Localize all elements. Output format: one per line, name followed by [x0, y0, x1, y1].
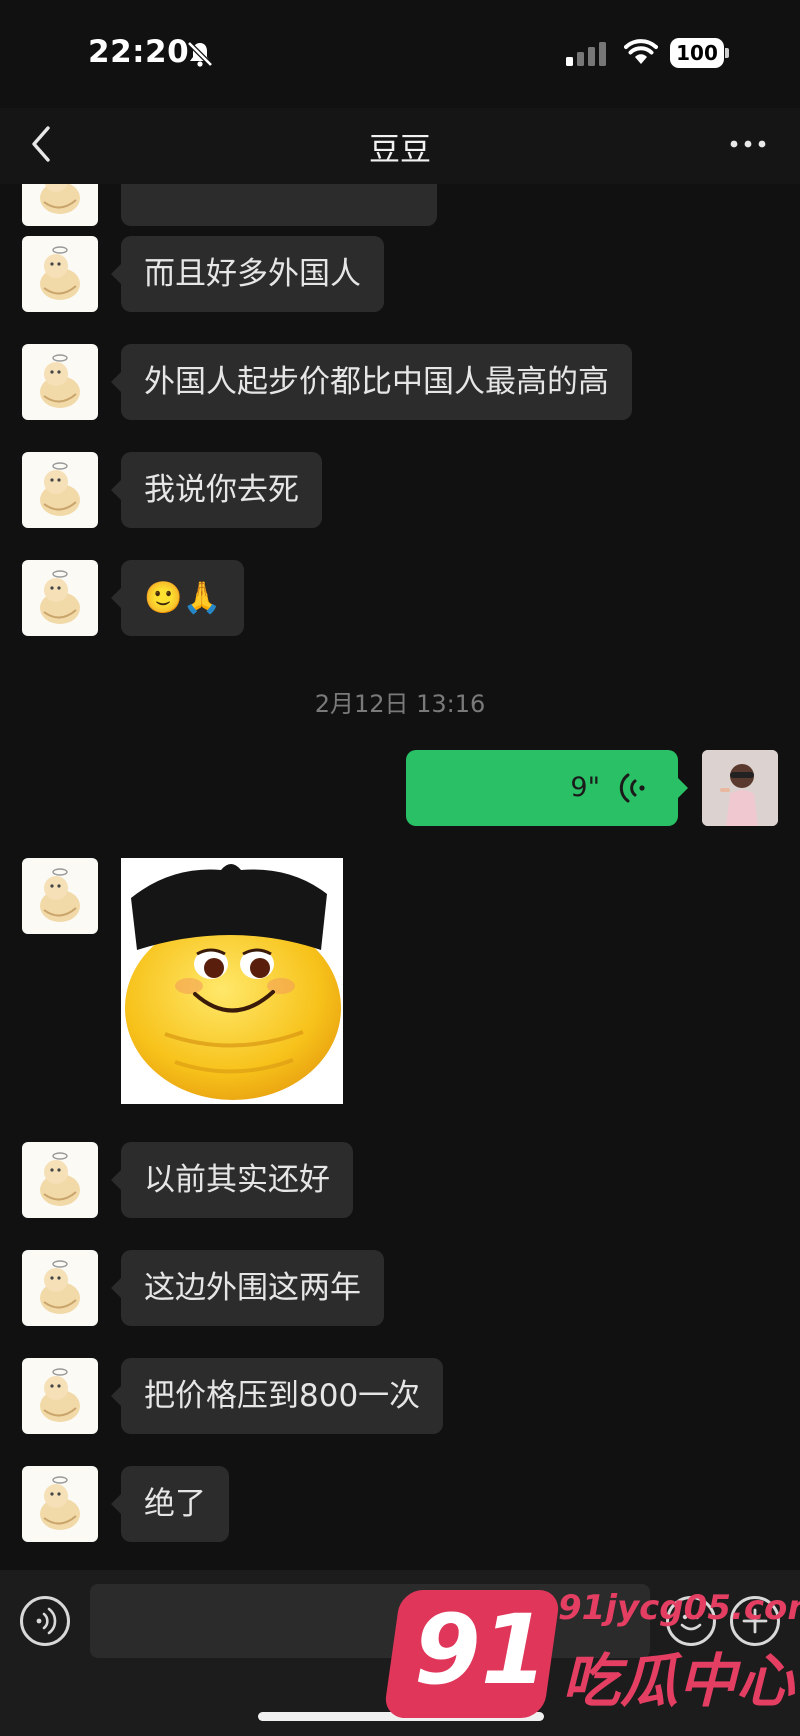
voice-input-toggle[interactable]: [20, 1596, 70, 1646]
voice-toggle-icon: [36, 1607, 57, 1635]
sticker-message[interactable]: [121, 858, 343, 1104]
hamster-avatar-icon: [40, 868, 80, 922]
message-bubble[interactable]: 以前其实还好: [111, 1142, 353, 1218]
hamster-avatar-icon: [40, 462, 80, 516]
message-bubble[interactable]: 这边外围这两年: [111, 1250, 384, 1326]
battery-level: 100: [670, 38, 724, 68]
hamster-avatar-icon: [40, 1368, 80, 1422]
battery-indicator: 100: [670, 38, 729, 68]
hamster-avatar-icon: [40, 184, 80, 214]
contact-avatar[interactable]: [22, 344, 98, 420]
watermark-url: 91jycg05.com: [558, 1588, 800, 1628]
watermark-text: 吃瓜中心: [562, 1647, 795, 1715]
voice-duration: 9": [570, 772, 600, 803]
message-bubble[interactable]: 而且好多外国人: [111, 236, 384, 312]
battery-tip: [725, 48, 729, 58]
watermark-logo: 91 91jycg05.com 吃瓜中心: [383, 1588, 800, 1736]
hamster-avatar-icon: [40, 354, 80, 408]
girl-avatar-icon: [702, 750, 778, 826]
wifi-icon: [624, 39, 658, 64]
chat-header: 豆豆: [0, 108, 800, 184]
message-bubble[interactable]: 我说你去死: [111, 452, 322, 528]
status-bar: 22:20 100: [0, 0, 800, 108]
message-bubble-partial[interactable]: [121, 184, 437, 226]
contact-avatar[interactable]: [22, 452, 98, 528]
contact-avatar[interactable]: [22, 1142, 98, 1218]
bell-muted-icon: [187, 41, 213, 67]
voice-message-bubble[interactable]: 9": [406, 750, 688, 826]
contact-avatar[interactable]: [22, 236, 98, 312]
contact-avatar[interactable]: [22, 1250, 98, 1326]
contact-avatar[interactable]: [22, 858, 98, 934]
message-bubble[interactable]: 把价格压到800一次: [110, 1358, 444, 1434]
status-time: 22:20: [88, 34, 190, 70]
contact-avatar[interactable]: [22, 1358, 98, 1434]
contact-avatar[interactable]: [22, 184, 98, 226]
voice-wave-icon: [619, 773, 645, 803]
chat-message-list[interactable]: 而且好多外国人 外国人起步价都比中国人最高的高 我说你去死 🙂🙏 2月12日 1…: [0, 184, 800, 1570]
more-options-icon[interactable]: [728, 136, 768, 152]
contact-avatar[interactable]: [22, 560, 98, 636]
contact-avatar[interactable]: [22, 1466, 98, 1542]
smiley-sticker-icon: [121, 858, 343, 1104]
chat-title: 豆豆: [369, 132, 431, 168]
message-bubble[interactable]: 绝了: [111, 1466, 229, 1542]
message-bubble[interactable]: 外国人起步价都比中国人最高的高: [111, 344, 632, 420]
message-bubble-emoji[interactable]: 🙂🙏: [110, 560, 245, 636]
signal-icon: [566, 42, 606, 66]
chat-timestamp: 2月12日 13:16: [314, 690, 486, 718]
hamster-avatar-icon: [40, 1152, 80, 1206]
hamster-avatar-icon: [40, 570, 80, 624]
hamster-avatar-icon: [40, 1476, 80, 1530]
watermark-number: 91: [414, 1594, 548, 1706]
hamster-avatar-icon: [40, 1260, 80, 1314]
self-avatar[interactable]: [702, 750, 778, 826]
hamster-avatar-icon: [40, 246, 80, 300]
